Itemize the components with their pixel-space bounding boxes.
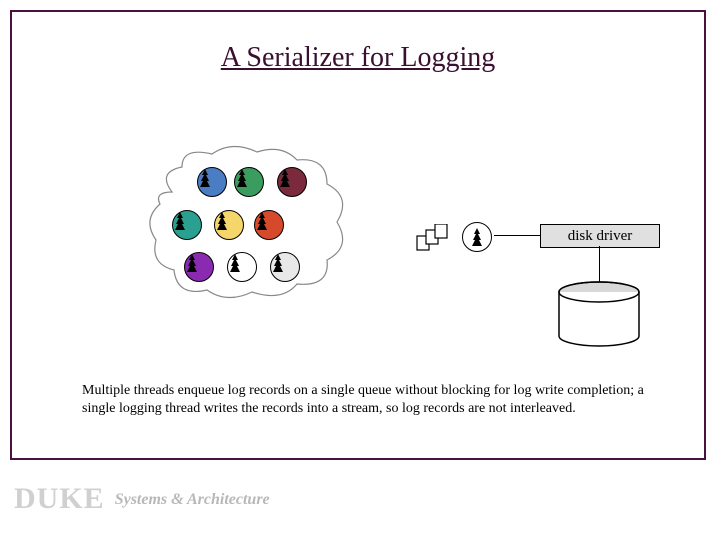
thread-red	[254, 210, 284, 240]
thread-cloud	[142, 142, 352, 302]
disk-line	[494, 235, 540, 236]
thread-purple	[184, 252, 214, 282]
footer-subtitle: Systems & Architecture	[115, 491, 270, 508]
footer-brand: DUKE	[14, 482, 105, 515]
footer-logo: DUKE Systems & Architecture	[14, 482, 270, 516]
thread-teal	[172, 210, 202, 240]
slide-caption: Multiple threads enqueue log records on …	[82, 382, 652, 417]
disk-driver-label: disk driver	[540, 224, 660, 248]
slide-frame: A Serializer for Logging disk driver Mul…	[10, 10, 706, 460]
thread-maroon	[277, 167, 307, 197]
thread-gray	[270, 252, 300, 282]
thread-white	[227, 252, 257, 282]
disk-to-cylinder-line	[599, 246, 600, 282]
log-records-icon	[412, 224, 450, 254]
thread-green	[234, 167, 264, 197]
serializer-thread	[462, 222, 492, 252]
thread-blue	[197, 167, 227, 197]
slide-title: A Serializer for Logging	[12, 42, 704, 74]
thread-yellow	[214, 210, 244, 240]
disk-cylinder	[554, 280, 644, 350]
